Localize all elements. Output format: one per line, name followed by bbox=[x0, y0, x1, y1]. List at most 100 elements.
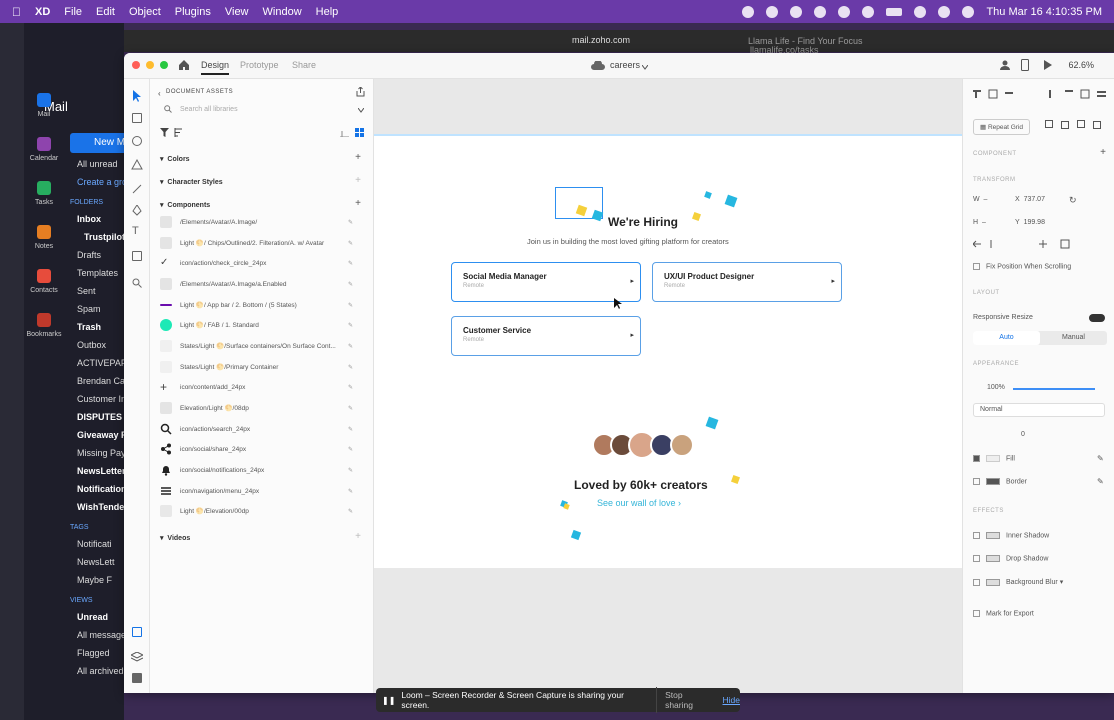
component-item[interactable]: Light 🌕/ App bar / 2. Bottom / (5 States… bbox=[160, 295, 360, 315]
assets-panel-icon[interactable] bbox=[132, 627, 142, 637]
menu-object[interactable]: Object bbox=[129, 6, 161, 18]
sort-icon[interactable] bbox=[174, 128, 183, 139]
background-blur-checkbox[interactable]: Background Blur ▾ bbox=[973, 578, 1063, 586]
share-icon[interactable] bbox=[356, 86, 365, 99]
height-field[interactable]: H – bbox=[973, 219, 986, 226]
blend-mode-select[interactable]: Normal bbox=[973, 403, 1105, 417]
close-window-button[interactable] bbox=[132, 61, 140, 69]
status-icon[interactable] bbox=[814, 5, 827, 18]
component-item[interactable]: icon/social/notifications_24px ✎ bbox=[160, 460, 360, 480]
tab-share[interactable]: Share bbox=[292, 60, 316, 70]
status-icon[interactable] bbox=[766, 5, 779, 18]
wifi-icon[interactable] bbox=[914, 5, 927, 18]
rectangle-tool-icon[interactable] bbox=[132, 113, 142, 123]
menu-help[interactable]: Help bbox=[316, 6, 339, 18]
component-item[interactable]: ✓ icon/action/check_circle_24px ✎ bbox=[160, 253, 360, 273]
checkbox[interactable] bbox=[973, 555, 980, 562]
chevron-down-icon[interactable] bbox=[641, 62, 649, 72]
section-character-styles[interactable]: ▾ Character Styles bbox=[160, 178, 223, 186]
text-tool-icon[interactable]: T bbox=[132, 225, 139, 237]
responsive-resize-toggle[interactable] bbox=[1089, 314, 1105, 322]
polygon-tool-icon[interactable] bbox=[131, 157, 143, 175]
hiring-heading[interactable]: We're Hiring bbox=[608, 215, 678, 229]
status-icon[interactable] bbox=[790, 5, 803, 18]
component-item[interactable]: /Elements/Avatar/A.Image/ ✎ bbox=[160, 212, 360, 232]
nav-notes[interactable]: Notes bbox=[24, 225, 64, 269]
add-component-button[interactable]: + bbox=[355, 198, 361, 209]
component-item[interactable]: Elevation/Light 🌕/08dp ✎ bbox=[160, 398, 360, 418]
clock[interactable]: Thu Mar 16 4:10:35 PM bbox=[986, 6, 1102, 18]
address-bar[interactable]: mail.zoho.com bbox=[572, 35, 630, 45]
back-chevron-icon[interactable]: ‹ bbox=[158, 89, 161, 98]
hiring-subheading[interactable]: Join us in building the most loved gifti… bbox=[527, 237, 729, 246]
component-item[interactable]: icon/navigation/menu_24px ✎ bbox=[160, 481, 360, 501]
fill-swatch[interactable] bbox=[986, 455, 1000, 462]
artboard-tool-icon[interactable] bbox=[132, 251, 142, 261]
grid-view-icon[interactable] bbox=[355, 128, 364, 139]
add-component-button[interactable]: + bbox=[1100, 147, 1106, 158]
fill-checkbox[interactable]: Fill bbox=[973, 455, 1015, 462]
status-icon[interactable] bbox=[862, 5, 875, 18]
pin-icon[interactable]: ✎ bbox=[348, 508, 353, 515]
wall-of-love-link[interactable]: See our wall of love › bbox=[597, 498, 681, 508]
resize-manual-button[interactable]: Manual bbox=[1040, 331, 1107, 345]
minimize-window-button[interactable] bbox=[146, 61, 154, 69]
list-view-icon[interactable] bbox=[340, 128, 349, 139]
nav-calendar[interactable]: Calendar bbox=[24, 137, 64, 181]
rotate-icon[interactable]: ↻ bbox=[1069, 195, 1077, 206]
stop-sharing-button[interactable]: Stop sharing bbox=[656, 687, 718, 713]
checkbox[interactable] bbox=[973, 478, 980, 485]
component-item[interactable]: States/Light 🌕/Surface containers/On Sur… bbox=[160, 336, 360, 356]
pin-icon[interactable]: ✎ bbox=[348, 426, 353, 433]
person-icon[interactable] bbox=[1000, 60, 1010, 72]
drop-shadow-checkbox[interactable]: Drop Shadow bbox=[973, 555, 1048, 562]
x-field[interactable]: X 737.07 bbox=[1015, 196, 1045, 203]
pin-icon[interactable]: ✎ bbox=[348, 219, 353, 226]
add-style-button[interactable]: + bbox=[355, 175, 361, 186]
app-menu-xd[interactable]: XD bbox=[35, 6, 50, 18]
pin-icon[interactable]: ✎ bbox=[348, 467, 353, 474]
pin-icon[interactable]: ✎ bbox=[348, 260, 353, 267]
tab-design[interactable]: Design bbox=[201, 60, 230, 75]
assets-search-input[interactable]: Search all libraries bbox=[180, 106, 238, 113]
checkbox[interactable] bbox=[973, 455, 980, 462]
component-item[interactable]: icon/action/search_24px ✎ bbox=[160, 419, 360, 439]
apple-icon[interactable]:  bbox=[12, 5, 21, 19]
battery-icon[interactable] bbox=[886, 7, 903, 16]
control-center-icon[interactable] bbox=[962, 5, 975, 18]
job-card[interactable]: UX/UI Product Designer Remote ▸ bbox=[652, 262, 842, 302]
component-item[interactable]: Light 🌕/Elevation/00dp ✎ bbox=[160, 501, 360, 521]
menu-plugins[interactable]: Plugins bbox=[175, 6, 211, 18]
add-video-button[interactable]: + bbox=[355, 531, 361, 542]
select-tool-icon[interactable] bbox=[132, 89, 142, 107]
nav-contacts[interactable]: Contacts bbox=[24, 269, 64, 313]
tab-prototype[interactable]: Prototype bbox=[240, 60, 279, 70]
component-item[interactable]: /Elements/Avatar/A.Image/a.Enabled ✎ bbox=[160, 274, 360, 294]
job-card[interactable]: Customer Service Remote ▸ bbox=[451, 316, 641, 356]
pin-icon[interactable]: ✎ bbox=[348, 343, 353, 350]
checkbox[interactable] bbox=[973, 578, 980, 586]
section-components[interactable]: ▾ Components bbox=[160, 201, 210, 209]
opacity-value[interactable]: 100% bbox=[987, 384, 1005, 391]
border-checkbox[interactable]: Border bbox=[973, 478, 1027, 485]
mark-for-export-checkbox[interactable]: Mark for Export bbox=[973, 610, 1034, 617]
resize-auto-button[interactable]: Auto bbox=[973, 331, 1040, 345]
pin-icon[interactable]: ✎ bbox=[348, 384, 353, 391]
status-icon[interactable] bbox=[838, 5, 851, 18]
play-icon[interactable] bbox=[1043, 60, 1053, 72]
add-color-button[interactable]: + bbox=[355, 152, 361, 163]
component-item[interactable]: States/Light 🌕/Primary Container ✎ bbox=[160, 357, 360, 377]
pin-icon[interactable]: ✎ bbox=[348, 405, 353, 412]
search-icon[interactable] bbox=[938, 5, 951, 18]
menu-window[interactable]: Window bbox=[263, 6, 302, 18]
document-title[interactable]: careers bbox=[610, 60, 640, 70]
width-field[interactable]: W – bbox=[973, 196, 987, 203]
nav-bookmarks[interactable]: Bookmarks bbox=[24, 313, 64, 357]
plugins-icon[interactable] bbox=[132, 673, 142, 683]
canvas[interactable]: We're Hiring Join us in building the mos… bbox=[374, 79, 962, 693]
filter-icon[interactable] bbox=[160, 128, 169, 139]
y-field[interactable]: Y 199.98 bbox=[1015, 219, 1045, 226]
loved-heading[interactable]: Loved by 60k+ creators bbox=[574, 478, 708, 492]
component-item[interactable]: + icon/content/add_24px ✎ bbox=[160, 377, 360, 397]
new-mail-button[interactable]: New M bbox=[70, 133, 124, 153]
